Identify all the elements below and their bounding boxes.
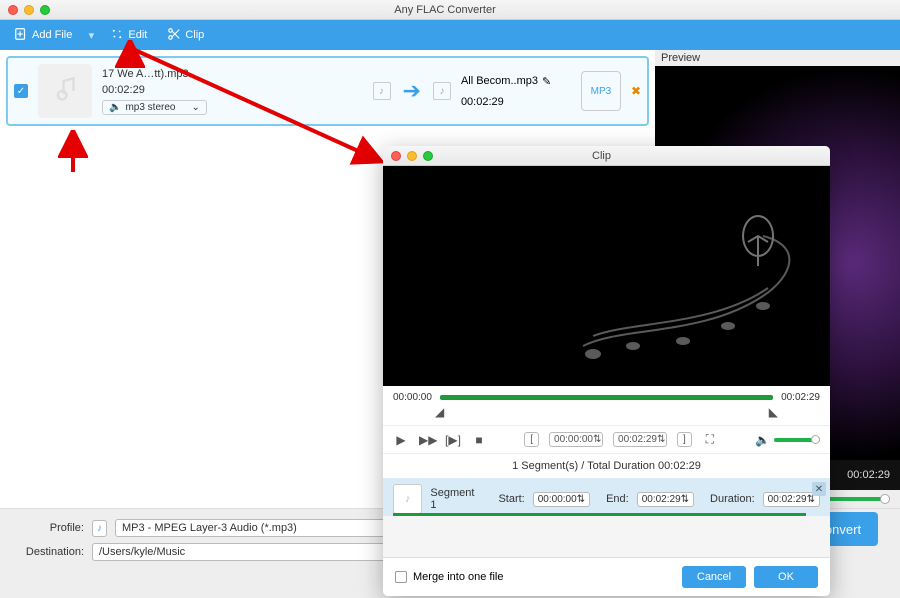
- clip-minimize-button[interactable]: [407, 151, 417, 161]
- merge-checkbox[interactable]: [395, 571, 407, 583]
- clip-window-controls: [391, 151, 433, 161]
- edit-icon: [110, 27, 124, 44]
- clip-playback-controls: ▶ ▶▶ [▶] ■ [ 00:00:00⇅ 00:02:29⇅ ] ⛶ 🔈: [383, 425, 830, 453]
- profile-icon: ♪: [92, 520, 107, 537]
- window-controls: [8, 5, 50, 15]
- clip-titlebar: Clip: [383, 146, 830, 166]
- minimize-window-button[interactable]: [24, 5, 34, 15]
- clip-preview-video[interactable]: [383, 166, 830, 386]
- conversion-indicator: ♪ ➔ ♪: [373, 78, 451, 104]
- add-file-dropdown[interactable]: ▾: [86, 29, 96, 42]
- add-file-icon: [14, 27, 28, 44]
- file-info: 17 We A…tt).mp3 00:02:29 🔈 mp3 stereo ⌄: [102, 68, 363, 115]
- marker-in-icon[interactable]: ◢: [435, 405, 444, 419]
- destination-label: Destination:: [14, 546, 84, 558]
- file-name: 17 We A…tt).mp3: [102, 68, 363, 80]
- set-in-button[interactable]: [: [524, 432, 539, 447]
- output-name: All Becom..mp3: [461, 75, 538, 87]
- edit-button[interactable]: Edit: [104, 24, 153, 47]
- merge-label: Merge into one file: [413, 571, 504, 583]
- ok-button[interactable]: OK: [754, 566, 818, 588]
- main-toolbar: Add File ▾ Edit Clip: [0, 20, 900, 50]
- segment-row[interactable]: ♪ Segment 1 Start: 00:00:00⇅ End: 00:02:…: [383, 478, 830, 516]
- file-thumbnail: [38, 64, 92, 118]
- remove-file-button[interactable]: ✖: [631, 84, 641, 98]
- preview-time: 00:02:29: [847, 469, 890, 481]
- add-file-button[interactable]: Add File: [8, 24, 78, 47]
- segment-remove-button[interactable]: ✕: [812, 482, 826, 496]
- scissors-icon: [167, 27, 181, 44]
- output-info: All Becom..mp3 ✎ 00:02:29: [461, 75, 571, 108]
- file-duration: 00:02:29: [102, 84, 145, 96]
- play-button[interactable]: ▶: [393, 433, 409, 447]
- crop-button[interactable]: ⛶: [702, 432, 718, 447]
- step-button[interactable]: [▶]: [445, 433, 461, 447]
- marker-out-icon[interactable]: ◣: [769, 405, 778, 419]
- clip-footer: Merge into one file Cancel OK: [383, 557, 830, 596]
- clip-timeline: 00:00:00 00:02:29 ◢ ◣: [383, 386, 830, 425]
- add-file-label: Add File: [32, 29, 72, 41]
- maximize-window-button[interactable]: [40, 5, 50, 15]
- volume-icon: 🔈: [755, 433, 770, 447]
- segment-start-field[interactable]: 00:00:00⇅: [533, 492, 590, 507]
- file-row[interactable]: ✓ 17 We A…tt).mp3 00:02:29 🔈 mp3 stereo …: [6, 56, 649, 126]
- arrow-right-icon: ➔: [403, 78, 421, 104]
- segment-thumb: ♪: [393, 484, 422, 514]
- output-duration: 00:02:29: [461, 96, 571, 108]
- timeline-start: 00:00:00: [393, 392, 432, 403]
- target-format-icon: ♪: [433, 82, 451, 100]
- in-time-field[interactable]: 00:00:00⇅: [549, 432, 603, 447]
- timeline-track[interactable]: [440, 395, 773, 400]
- segment-start-label: Start:: [498, 493, 524, 505]
- source-format-icon: ♪: [373, 82, 391, 100]
- stop-button[interactable]: ■: [471, 433, 487, 447]
- clip-label: Clip: [185, 29, 204, 41]
- segment-summary: 1 Segment(s) / Total Duration 00:02:29: [383, 453, 830, 478]
- preview-header: Preview: [655, 50, 900, 66]
- app-title: Any FLAC Converter: [50, 4, 840, 16]
- timeline-end: 00:02:29: [781, 392, 820, 403]
- segment-duration-label: Duration:: [710, 493, 755, 505]
- clip-volume[interactable]: 🔈: [755, 433, 820, 447]
- close-window-button[interactable]: [8, 5, 18, 15]
- format-select[interactable]: 🔈 mp3 stereo ⌄: [102, 100, 207, 115]
- cancel-button[interactable]: Cancel: [682, 566, 746, 588]
- clip-title: Clip: [433, 150, 770, 162]
- clip-close-button[interactable]: [391, 151, 401, 161]
- chevron-down-icon: ⌄: [191, 102, 199, 113]
- main-titlebar: Any FLAC Converter: [0, 0, 900, 20]
- set-out-button[interactable]: ]: [677, 432, 692, 447]
- profile-select[interactable]: MP3 - MPEG Layer-3 Audio (*.mp3): [115, 519, 415, 537]
- next-frame-button[interactable]: ▶▶: [419, 433, 435, 447]
- segment-progress-bar: [393, 513, 806, 516]
- out-time-field[interactable]: 00:02:29⇅: [613, 432, 667, 447]
- clip-dialog: Clip 00:00:00 00:02:29: [383, 146, 830, 596]
- edit-output-icon[interactable]: ✎: [542, 75, 551, 88]
- clip-maximize-button[interactable]: [423, 151, 433, 161]
- file-checkbox[interactable]: ✓: [14, 84, 28, 98]
- format-value: mp3 stereo: [125, 102, 175, 113]
- segment-end-field[interactable]: 00:02:29⇅: [637, 492, 694, 507]
- segment-name: Segment 1: [430, 487, 482, 511]
- destination-input[interactable]: /Users/kyle/Music: [92, 543, 404, 561]
- output-format-badge: MP3: [581, 71, 621, 111]
- profile-label: Profile:: [14, 522, 84, 534]
- segment-end-label: End:: [606, 493, 629, 505]
- edit-label: Edit: [128, 29, 147, 41]
- clip-button[interactable]: Clip: [161, 24, 210, 47]
